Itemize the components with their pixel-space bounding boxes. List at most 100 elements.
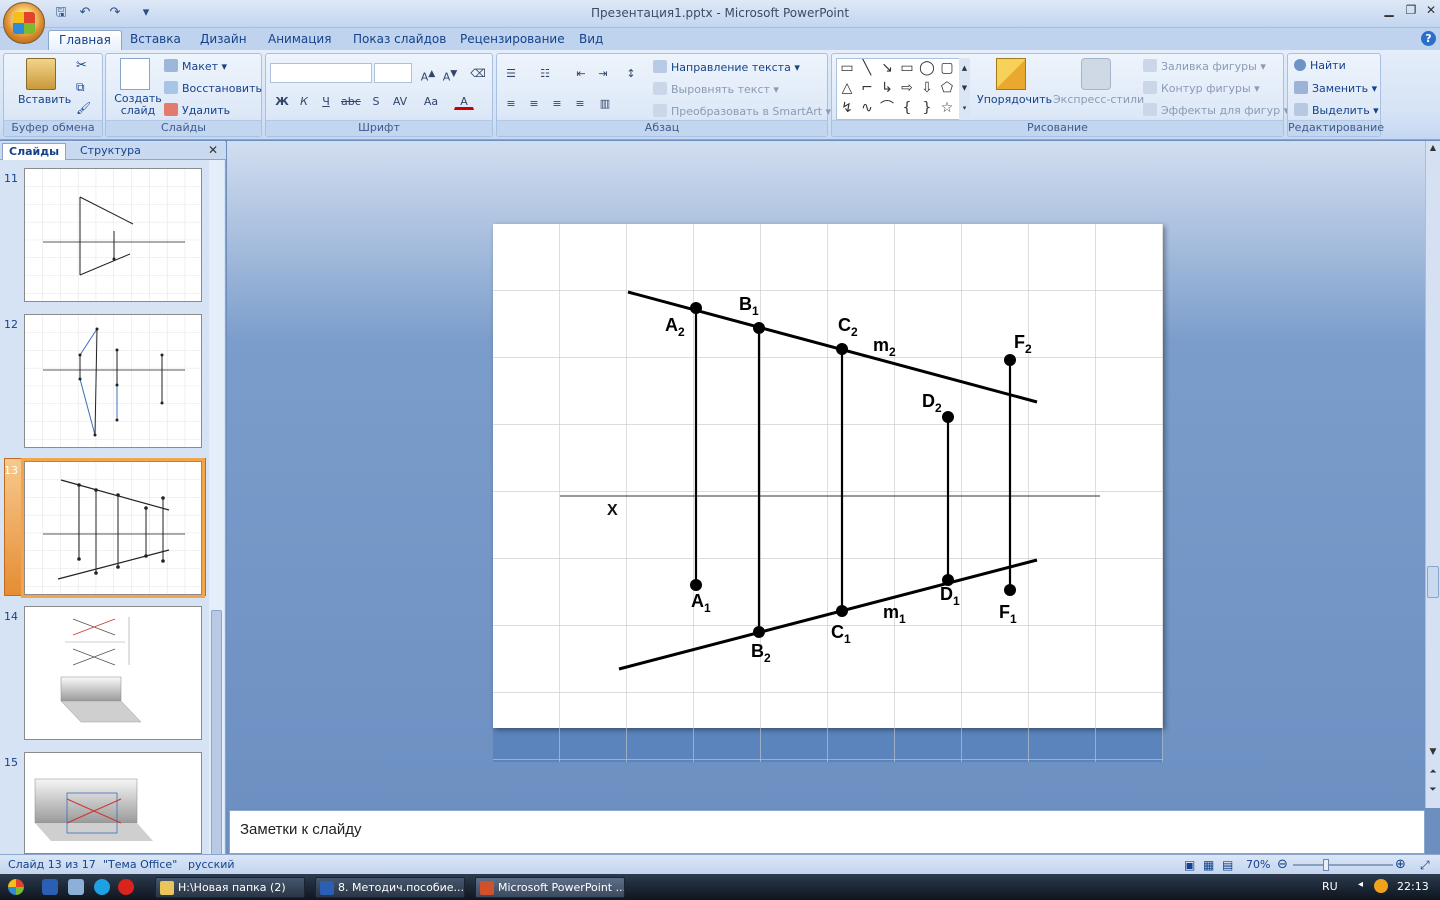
rounded-rect-shape-icon[interactable]: ▢ <box>938 59 956 77</box>
increase-indent-icon[interactable]: ⇥ <box>593 64 613 82</box>
font-size-combo[interactable] <box>374 63 412 83</box>
tab-design[interactable]: Дизайн <box>190 30 257 50</box>
opera-quicklaunch-icon[interactable] <box>118 879 134 895</box>
rectangle-shape-icon[interactable]: ▭ <box>898 59 916 77</box>
justify-icon[interactable]: ≡ <box>570 94 590 112</box>
slide-canvas[interactable]: A2 A1 B1 B2 C2 C1 D2 D1 F2 F1 m2 m1 X <box>493 224 1163 762</box>
curve-shape-icon[interactable]: ∿ <box>858 99 876 117</box>
triangle-shape-icon[interactable]: △ <box>838 79 856 97</box>
tab-slides[interactable]: Слайды <box>2 143 67 160</box>
tray-expand-icon[interactable]: ◂ <box>1358 879 1363 890</box>
arc-shape-icon[interactable]: ⌒ <box>878 99 896 117</box>
line-spacing-icon[interactable]: ↕ <box>621 64 641 82</box>
close-icon[interactable]: ✕ <box>1420 3 1440 19</box>
paste-icon[interactable] <box>26 58 56 90</box>
shape-fill-button[interactable]: Заливка фигуры ▾ <box>1143 59 1266 73</box>
tray-app-icon[interactable] <box>1374 879 1388 893</box>
slide-sorter-icon[interactable]: ▦ <box>1203 858 1214 872</box>
tab-outline[interactable]: Структура <box>74 143 147 160</box>
italic-icon[interactable]: К <box>294 92 314 110</box>
zoom-level[interactable]: 70% <box>1246 858 1270 871</box>
main-scroll-thumb[interactable] <box>1427 566 1439 598</box>
right-arrow-shape-icon[interactable]: ⇨ <box>898 79 916 97</box>
flowchart-shape-icon[interactable]: ⬠ <box>938 79 956 97</box>
notes-pane[interactable]: Заметки к слайду <box>229 810 1425 854</box>
tab-slideshow[interactable]: Показ слайдов <box>343 30 456 50</box>
zoom-slider[interactable] <box>1293 864 1393 866</box>
slide-thumbnail-11[interactable] <box>24 168 202 302</box>
main-scrollbar[interactable]: ▲ ▼ ⏶ ⏷ <box>1425 141 1440 808</box>
slides-pane-scrollbar[interactable] <box>209 160 224 875</box>
taskbar-item-word[interactable]: 8. Методич.пособие... <box>315 877 465 898</box>
language-indicator[interactable]: русский <box>188 858 235 871</box>
delete-slide-button[interactable]: Удалить <box>164 103 230 117</box>
next-slide-icon[interactable]: ⏷ <box>1426 785 1440 795</box>
paste-button[interactable]: Вставить <box>18 93 71 106</box>
columns-icon[interactable]: ▥ <box>595 94 615 112</box>
scroll-down-icon[interactable]: ▼ <box>1426 747 1440 757</box>
change-case-icon[interactable]: Aa <box>421 92 441 110</box>
save-icon[interactable]: 🖫 <box>52 5 70 21</box>
close-pane-icon[interactable]: ✕ <box>208 143 218 157</box>
tab-view[interactable]: Вид <box>569 30 613 50</box>
bullets-icon[interactable]: ☰ <box>501 64 521 82</box>
align-left-icon[interactable]: ≡ <box>501 94 521 112</box>
align-text-button[interactable]: Выровнять текст ▾ <box>653 82 779 96</box>
start-button-icon[interactable] <box>8 879 24 895</box>
office-button[interactable] <box>3 2 45 44</box>
arrange-button[interactable]: Упорядочить <box>977 93 1052 106</box>
underline-icon[interactable]: Ч <box>316 92 336 110</box>
shapes-gallery-scroll[interactable]: ▲ ▼ ▾ <box>959 58 970 120</box>
previous-slide-icon[interactable]: ⏶ <box>1426 767 1440 777</box>
arrange-icon[interactable] <box>996 58 1026 90</box>
elbow-arrow-icon[interactable]: ↳ <box>878 79 896 97</box>
layout-button[interactable]: Макет ▾ <box>164 59 227 73</box>
text-direction-button[interactable]: Направление текста ▾ <box>653 60 800 74</box>
smartart-button[interactable]: Преобразовать в SmartArt ▾ <box>653 104 831 118</box>
app-quicklaunch-icon[interactable] <box>68 879 84 895</box>
font-family-combo[interactable] <box>270 63 372 83</box>
cut-icon[interactable]: ✂ <box>76 58 87 73</box>
find-button[interactable]: Найти <box>1294 59 1346 72</box>
quick-styles-button[interactable]: Экспресс-стили <box>1053 93 1144 106</box>
help-icon[interactable]: ? <box>1421 31 1436 46</box>
undo-icon[interactable]: ↶ <box>76 5 94 21</box>
curved-arrow-icon[interactable]: ↯ <box>838 99 856 117</box>
redo-icon[interactable]: ↷ <box>106 5 124 21</box>
taskbar-item-folder[interactable]: H:\Новая папка (2) <box>155 877 305 898</box>
textbox-shape-icon[interactable]: ▭ <box>838 59 856 77</box>
zoom-slider-thumb[interactable] <box>1323 859 1329 871</box>
line-shape-icon[interactable]: ╲ <box>858 59 876 77</box>
numbering-icon[interactable]: ☷ <box>535 64 555 82</box>
font-color-icon[interactable]: A <box>454 92 474 110</box>
arrow-line-shape-icon[interactable]: ↘ <box>878 59 896 77</box>
minimize-icon[interactable]: ▁ <box>1378 3 1400 19</box>
left-brace-icon[interactable]: { <box>898 99 916 117</box>
shape-effects-button[interactable]: Эффекты для фигур ▾ <box>1143 103 1289 117</box>
decrease-indent-icon[interactable]: ⇤ <box>571 64 591 82</box>
customize-quick-access-icon[interactable]: ▾ <box>137 5 155 21</box>
down-arrow-shape-icon[interactable]: ⇩ <box>918 79 936 97</box>
new-slide-button[interactable]: Создать слайд <box>114 93 162 117</box>
scroll-up-icon[interactable]: ▲ <box>1426 143 1440 152</box>
select-button[interactable]: Выделить ▾ <box>1294 103 1379 117</box>
zoom-in-icon[interactable]: ⊕ <box>1395 857 1406 872</box>
input-language[interactable]: RU <box>1322 880 1338 893</box>
slide-thumbnail-12[interactable] <box>24 314 202 448</box>
tab-animation[interactable]: Анимация <box>258 30 341 50</box>
format-painter-icon[interactable]: 🖌 <box>76 101 91 115</box>
clear-format-icon[interactable]: ⌫ <box>468 64 488 82</box>
fit-to-window-icon[interactable]: ⤢ <box>1420 858 1430 873</box>
bold-icon[interactable]: Ж <box>272 92 292 110</box>
shrink-font-icon[interactable]: A▼ <box>440 64 460 84</box>
align-center-icon[interactable]: ≡ <box>524 94 544 112</box>
restore-icon[interactable]: ❐ <box>1400 3 1422 19</box>
zoom-out-icon[interactable]: ⊖ <box>1277 857 1288 872</box>
char-spacing-icon[interactable]: AV <box>390 92 410 110</box>
shadow-icon[interactable]: S <box>366 92 386 110</box>
replace-button[interactable]: Заменить ▾ <box>1294 81 1377 95</box>
star-shape-icon[interactable]: ☆ <box>938 99 956 117</box>
word-quicklaunch-icon[interactable] <box>42 879 58 895</box>
theme-name[interactable]: "Тема Office" <box>103 858 177 871</box>
elbow-connector-icon[interactable]: ⌐ <box>858 79 876 97</box>
